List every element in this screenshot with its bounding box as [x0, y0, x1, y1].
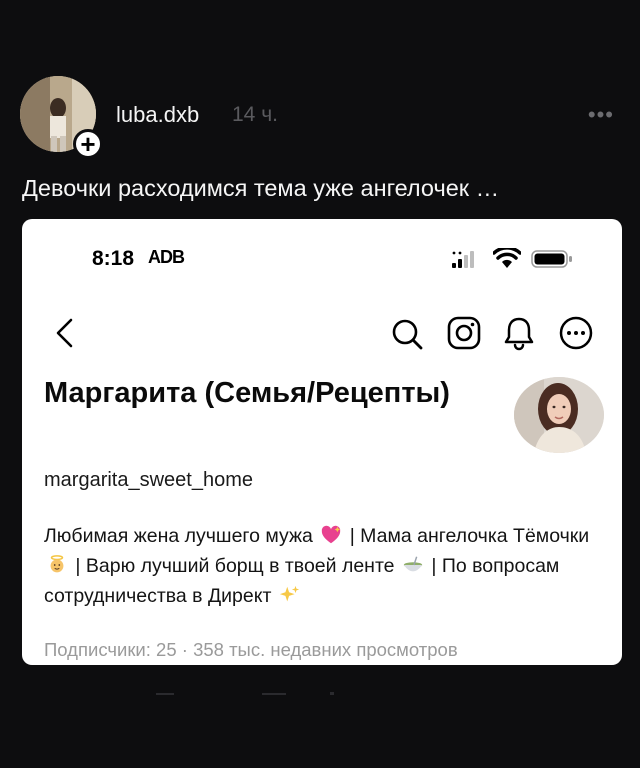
bio-part: | Мама ангелочка Тёмочки [349, 525, 590, 547]
follow-plus-button[interactable]: + [73, 129, 103, 159]
post-timestamp: 14 ч. [232, 103, 278, 126]
profile-photo[interactable] [514, 377, 604, 453]
author-username[interactable]: luba.dxb [116, 102, 199, 128]
bio-part: | Варю лучший борщ в твоей ленте [75, 555, 395, 577]
status-time: 8:18 [92, 247, 135, 270]
cut-off-text [156, 692, 334, 695]
more-horizontal-icon[interactable]: ••• [588, 102, 614, 128]
instagram-icon[interactable] [446, 315, 482, 351]
post-header: + luba.dxb 14 ч. ••• [20, 76, 620, 159]
wifi-icon [493, 248, 521, 268]
search-icon[interactable] [390, 317, 424, 351]
profile-bio: Любимая жена лучшего мужа | Мама ангелоч… [44, 521, 614, 611]
profile-name: Маргарита (Семья/Рецепты) [44, 377, 450, 409]
embedded-screenshot: 8:18 ADB Маргарита (Семья/Рецепты) marga… [22, 219, 622, 665]
bio-part: Любимая жена лучшего мужа [44, 525, 313, 547]
more-options-icon[interactable] [558, 315, 594, 351]
bell-icon[interactable] [502, 315, 536, 351]
battery-icon [531, 250, 572, 268]
profile-stats: Подписчики: 25 · 358 тыс. недавних просм… [44, 639, 458, 660]
soup-bowl-icon [403, 556, 423, 572]
post-caption: Девочки расходимся тема уже ангелочек … [22, 175, 500, 201]
page: + luba.dxb 14 ч. ••• Девочки расходимся … [0, 0, 640, 768]
cellular-signal-icon [452, 251, 474, 268]
back-chevron-icon[interactable] [54, 317, 76, 349]
profile-handle: margarita_sweet_home [44, 469, 253, 491]
baby-angel-icon [50, 555, 64, 573]
sparkles-icon [279, 585, 300, 602]
status-carrier-label: ADB [148, 247, 185, 267]
sparkling-heart-icon [322, 525, 341, 544]
